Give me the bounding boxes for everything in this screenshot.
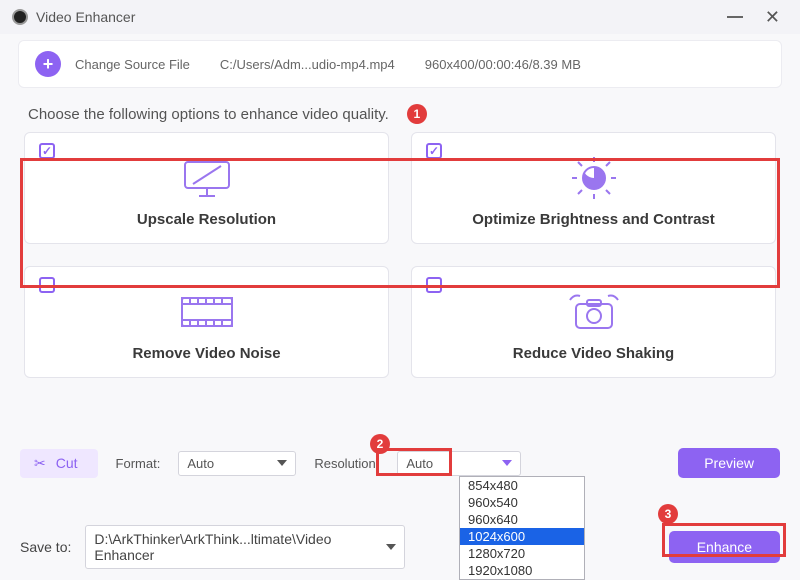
window-title: Video Enhancer [36,9,135,25]
card-shaking[interactable]: Reduce Video Shaking [411,266,776,378]
resolution-options-list[interactable]: 854x480 960x540 960x640 1024x600 1280x72… [459,476,585,580]
cut-label: Cut [56,455,78,471]
controls-row: ✂ Cut Format: Auto Resolution: Auto Prev… [20,448,780,478]
scissors-icon: ✂ [34,455,46,472]
resolution-option[interactable]: 854x480 [460,477,584,494]
checkbox-shaking[interactable] [426,277,442,293]
add-file-button[interactable]: + [35,51,61,77]
filmstrip-icon [178,289,236,335]
step-badge-2: 2 [370,434,390,454]
format-dropdown[interactable]: Auto [178,451,296,476]
chevron-down-icon [386,544,396,550]
brightness-icon [566,155,622,201]
resolution-dropdown[interactable]: Auto [397,451,521,476]
card-brightness[interactable]: Optimize Brightness and Contrast [411,132,776,244]
step-badge-1: 1 [407,104,427,124]
enhance-button[interactable]: Enhance [669,531,780,563]
card-label: Upscale Resolution [137,211,276,228]
resolution-option[interactable]: 960x640 [460,511,584,528]
source-meta: 960x400/00:00:46/8.39 MB [425,57,581,72]
format-value: Auto [187,456,214,471]
card-label: Reduce Video Shaking [513,345,674,362]
change-source-button[interactable]: Change Source File [75,57,190,72]
file-bar: + Change Source File C:/Users/Adm...udio… [18,40,782,88]
checkbox-brightness[interactable] [426,143,442,159]
window-controls: ✕ [727,8,788,26]
enhance-label: Enhance [697,539,752,555]
resolution-option[interactable]: 1920x1080 [460,562,584,579]
resolution-option[interactable]: 1024x600 [460,528,584,545]
card-label: Optimize Brightness and Contrast [472,211,715,228]
resolution-label: Resolution: [314,456,379,471]
resolution-option[interactable]: 960x540 [460,494,584,511]
checkbox-upscale[interactable] [39,143,55,159]
instruction-row: Choose the following options to enhance … [0,90,800,132]
preview-button[interactable]: Preview [678,448,780,478]
instruction-text: Choose the following options to enhance … [28,106,389,123]
close-button[interactable]: ✕ [765,8,780,26]
resolution-value: Auto [406,456,433,471]
card-upscale[interactable]: Upscale Resolution [24,132,389,244]
app-icon [12,9,28,25]
preview-label: Preview [704,455,754,471]
checkbox-noise[interactable] [39,277,55,293]
resolution-option[interactable]: 1280x720 [460,545,584,562]
save-path-dropdown[interactable]: D:\ArkThinker\ArkThink...ltimate\Video E… [85,525,405,569]
format-label: Format: [116,456,161,471]
card-noise[interactable]: Remove Video Noise [24,266,389,378]
monitor-icon [179,155,235,201]
save-to-label: Save to: [20,539,71,555]
chevron-down-icon [502,460,512,466]
step-badge-3: 3 [658,504,678,524]
source-path: C:/Users/Adm...udio-mp4.mp4 [220,57,395,72]
minimize-button[interactable] [727,16,743,18]
save-row: Save to: D:\ArkThinker\ArkThink...ltimat… [20,525,780,569]
chevron-down-icon [277,460,287,466]
title-bar: Video Enhancer ✕ [0,0,800,34]
save-path-value: D:\ArkThinker\ArkThink...ltimate\Video E… [94,531,378,563]
card-label: Remove Video Noise [132,345,280,362]
cut-button[interactable]: ✂ Cut [20,449,98,478]
options-grid: Upscale Resolution Optimize Brightness a… [24,132,776,378]
camera-shake-icon [564,289,624,335]
